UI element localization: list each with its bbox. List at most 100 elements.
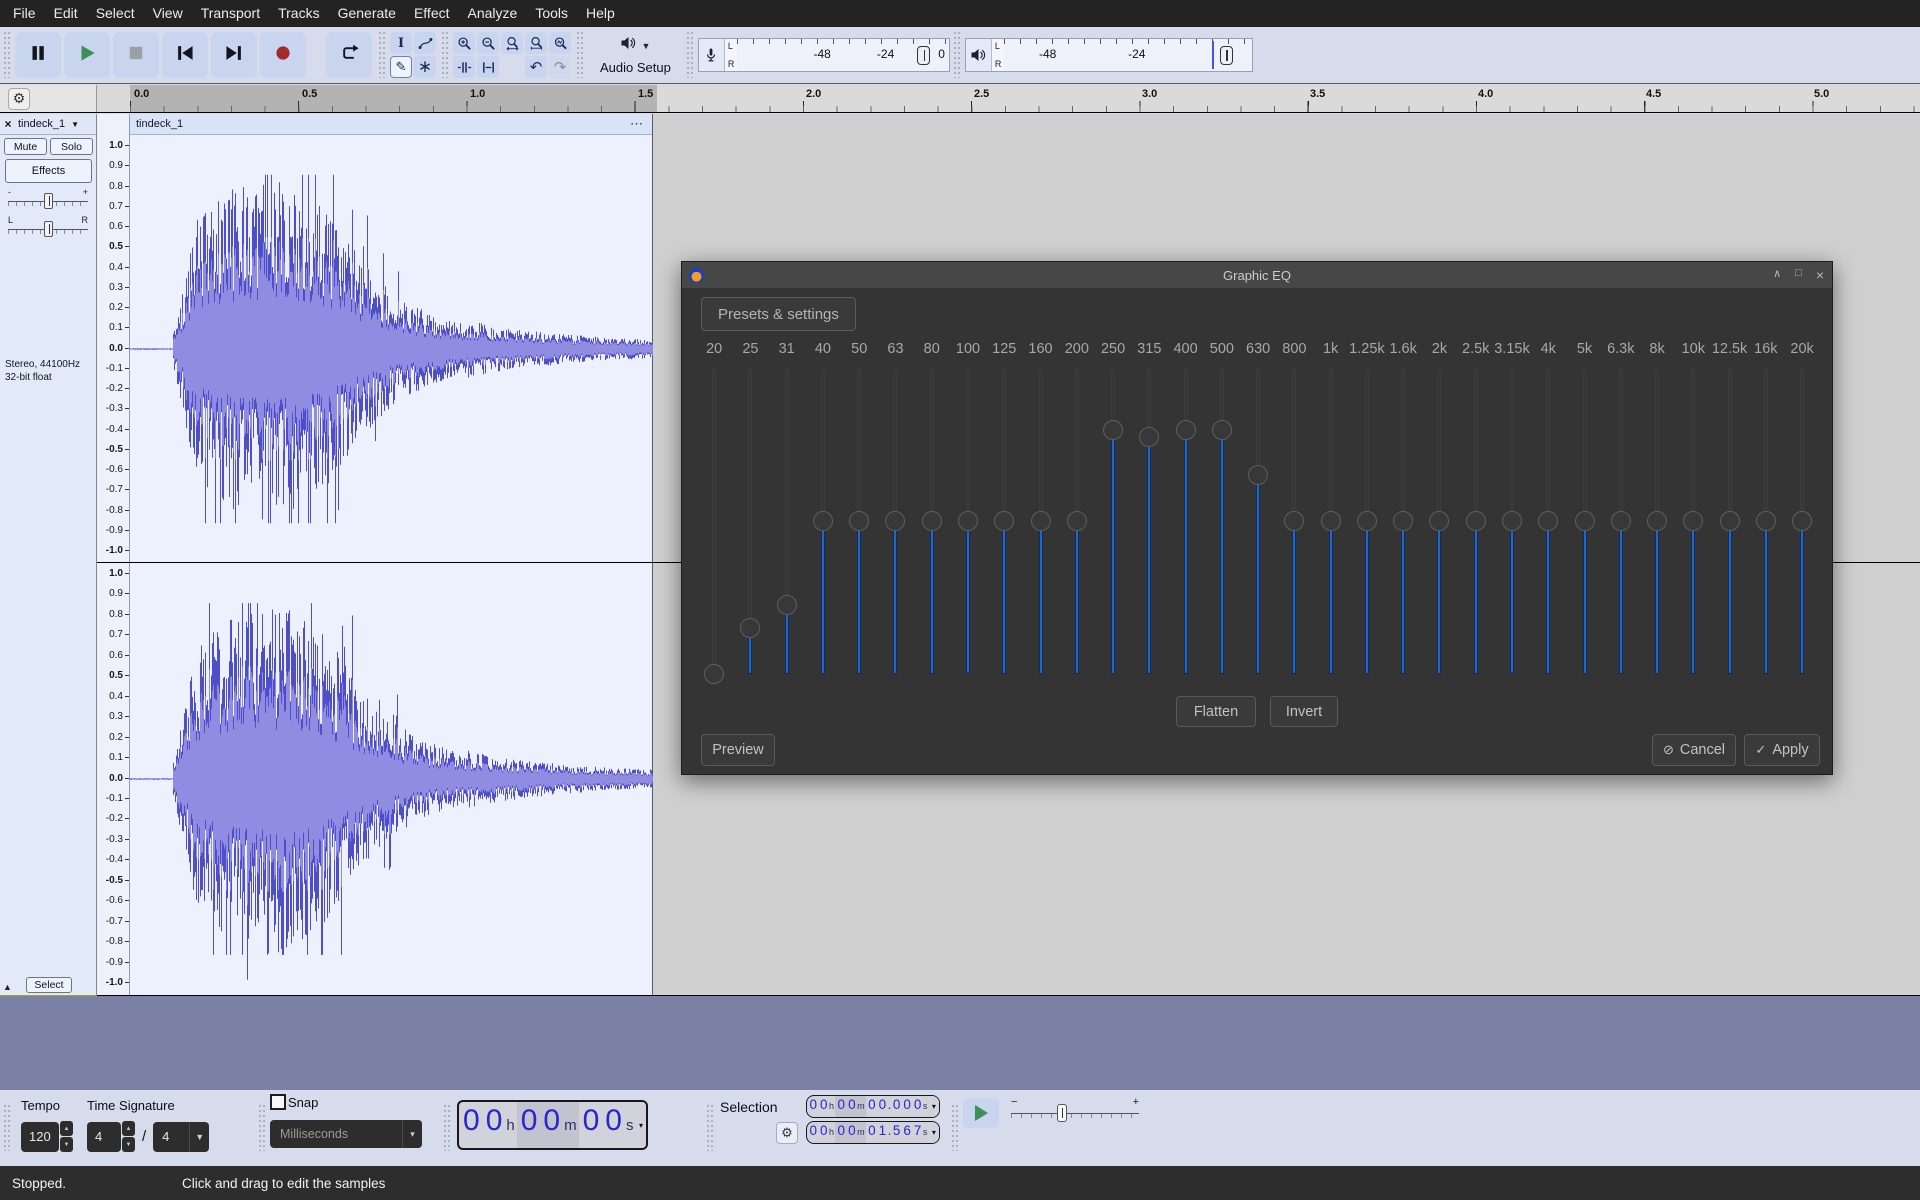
chevron-down-icon[interactable]: ▾ (635, 1102, 646, 1148)
audio-setup-button[interactable]: ▼ Audio Setup (590, 30, 681, 80)
eq-slider-thumb[interactable] (1103, 420, 1123, 440)
eq-band-slider[interactable] (1167, 369, 1203, 674)
menu-edit[interactable]: Edit (45, 0, 87, 27)
redo-button[interactable]: ↷ (549, 56, 571, 78)
waveform-right-channel[interactable] (130, 564, 653, 994)
eq-slider-thumb[interactable] (740, 618, 760, 638)
selection-start-display[interactable]: 00h00m00.000s▾ (806, 1095, 940, 1118)
menu-file[interactable]: File (4, 0, 45, 27)
preview-button[interactable]: Preview (701, 734, 775, 766)
draw-tool-button[interactable]: ✎ (390, 56, 412, 78)
menu-tracks[interactable]: Tracks (269, 0, 328, 27)
record-button[interactable] (260, 32, 306, 78)
zoom-fit-selection-button[interactable] (525, 32, 547, 54)
maximize-icon[interactable]: □ (1795, 267, 1802, 283)
dialog-titlebar[interactable]: Graphic EQ ∧ □ × (682, 262, 1832, 288)
toolbar-grip[interactable] (951, 1105, 960, 1151)
eq-band-slider[interactable] (1675, 369, 1711, 674)
eq-band-slider[interactable] (1059, 369, 1095, 674)
eq-band-slider[interactable] (1566, 369, 1602, 674)
effects-button[interactable]: Effects (5, 159, 92, 183)
eq-band-slider[interactable] (769, 369, 805, 674)
eq-band-slider[interactable] (1711, 369, 1747, 674)
play-button[interactable] (64, 32, 110, 78)
eq-slider-thumb[interactable] (958, 511, 978, 531)
zoom-in-button[interactable] (453, 32, 475, 54)
eq-slider-thumb[interactable] (1139, 427, 1159, 447)
skip-to-end-button[interactable] (211, 32, 257, 78)
eq-slider-thumb[interactable] (1357, 511, 1377, 531)
eq-slider-thumb[interactable] (777, 595, 797, 615)
waveform-left-channel[interactable] (130, 136, 653, 562)
toolbar-grip[interactable] (378, 32, 387, 78)
eq-band-slider[interactable] (1022, 369, 1058, 674)
eq-band-slider[interactable] (696, 369, 732, 674)
pan-slider[interactable]: L R (8, 218, 88, 238)
playback-meter[interactable]: LR -48 -24 (965, 38, 1253, 72)
time-signature-upper-input[interactable]: 4 (87, 1122, 121, 1152)
time-signature-lower-select[interactable]: 4 ▼ (153, 1122, 209, 1152)
cancel-button[interactable]: ⊘ Cancel (1652, 734, 1736, 766)
flatten-button[interactable]: Flatten (1176, 696, 1256, 727)
vertical-scale-left[interactable]: 1.00.90.80.70.60.50.40.30.20.10.0-0.1-0.… (97, 136, 129, 561)
eq-slider-thumb[interactable] (1321, 511, 1341, 531)
eq-band-slider[interactable] (1276, 369, 1312, 674)
eq-slider-thumb[interactable] (1538, 511, 1558, 531)
eq-slider-thumb[interactable] (885, 511, 905, 531)
silence-audio-button[interactable] (477, 56, 499, 78)
eq-slider-thumb[interactable] (1720, 511, 1740, 531)
selection-tool-button[interactable]: I (390, 32, 412, 54)
eq-slider-thumb[interactable] (1429, 511, 1449, 531)
clip-menu-icon[interactable]: ⋯ (630, 116, 644, 132)
eq-band-slider[interactable] (841, 369, 877, 674)
eq-slider-thumb[interactable] (1466, 511, 1486, 531)
undo-button[interactable]: ↶ (525, 56, 547, 78)
stop-button[interactable] (113, 32, 159, 78)
eq-band-slider[interactable] (805, 369, 841, 674)
eq-slider-thumb[interactable] (1393, 511, 1413, 531)
collapse-track-button[interactable]: ▲ (3, 982, 12, 992)
mute-button[interactable]: Mute (4, 138, 47, 155)
eq-band-slider[interactable] (1204, 369, 1240, 674)
gear-icon[interactable]: ⚙ (8, 88, 30, 110)
eq-band-slider[interactable] (1313, 369, 1349, 674)
eq-slider-thumb[interactable] (813, 511, 833, 531)
playback-speed-slider[interactable]: − + (1011, 1100, 1139, 1126)
menu-effect[interactable]: Effect (405, 0, 459, 27)
play-at-speed-button[interactable] (963, 1098, 999, 1128)
toolbar-grip[interactable] (706, 1105, 715, 1151)
recording-meter[interactable]: LR -48 -24 0 (698, 38, 950, 72)
zoom-to-selection-button[interactable] (501, 32, 523, 54)
close-icon[interactable]: × (0, 117, 16, 131)
pan-slider-thumb[interactable] (44, 221, 53, 237)
vertical-scale-right[interactable]: 1.00.90.80.70.60.50.40.30.20.10.0-0.1-0.… (97, 564, 129, 993)
menu-help[interactable]: Help (577, 0, 624, 27)
eq-band-slider[interactable] (1603, 369, 1639, 674)
eq-slider-thumb[interactable] (994, 511, 1014, 531)
eq-slider-thumb[interactable] (922, 511, 942, 531)
eq-band-slider[interactable] (732, 369, 768, 674)
toolbar-grip[interactable] (953, 32, 962, 78)
toolbar-grip[interactable] (443, 1105, 452, 1151)
envelope-tool-button[interactable] (414, 32, 436, 54)
presets-settings-button[interactable]: Presets & settings (701, 297, 856, 331)
loop-button[interactable] (326, 32, 372, 78)
eq-slider-thumb[interactable] (1647, 511, 1667, 531)
eq-slider-thumb[interactable] (1067, 511, 1087, 531)
select-track-button[interactable]: Select (26, 977, 72, 993)
eq-band-slider[interactable] (1095, 369, 1131, 674)
eq-slider-thumb[interactable] (1683, 511, 1703, 531)
eq-band-slider[interactable] (1639, 369, 1675, 674)
toolbar-grip[interactable] (686, 32, 695, 78)
eq-band-slider[interactable] (1748, 369, 1784, 674)
toolbar-grip[interactable] (441, 32, 450, 78)
timeline-ruler[interactable]: ⚙ 0.00.51.01.52.02.53.03.54.04.55.0 (0, 85, 1920, 113)
eq-band-slider[interactable] (1784, 369, 1820, 674)
eq-slider-thumb[interactable] (1792, 511, 1812, 531)
speed-slider-thumb[interactable] (1057, 1104, 1067, 1122)
eq-slider-thumb[interactable] (704, 664, 724, 684)
close-icon[interactable]: × (1816, 267, 1824, 283)
menu-generate[interactable]: Generate (329, 0, 405, 27)
meter-gain-handle[interactable] (917, 46, 930, 65)
eq-band-slider[interactable] (1494, 369, 1530, 674)
